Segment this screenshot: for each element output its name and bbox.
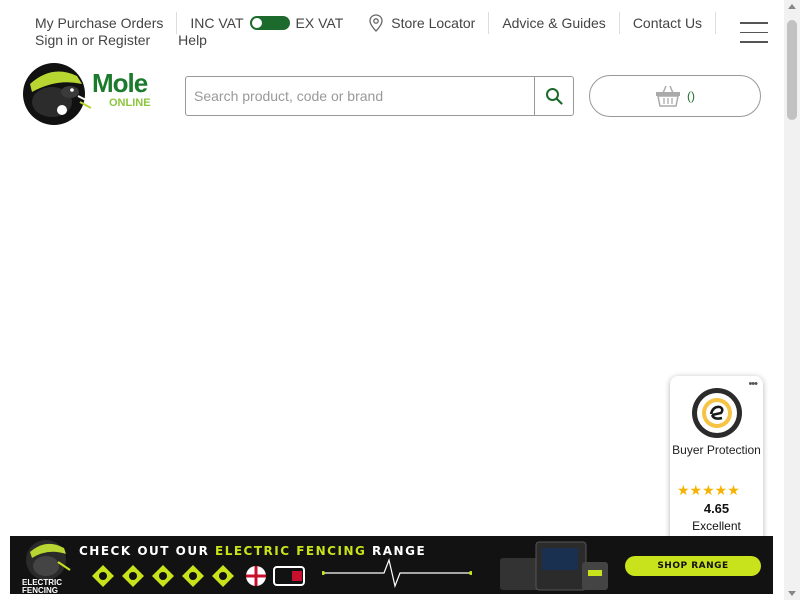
utility-nav-row: My Purchase Orders INC VAT EX VAT Store … xyxy=(35,12,742,34)
shop-range-button[interactable]: SHOP RANGE xyxy=(625,556,761,576)
logo-wordmark: Mole xyxy=(92,68,148,98)
scrollbar-thumb[interactable] xyxy=(787,20,797,120)
energiser-products-icon xyxy=(500,541,608,591)
rating-verdict: Excellent xyxy=(692,519,741,533)
trusted-shops-widget[interactable]: ••• Buyer Protection ★★★★★ 4.65 Excellen… xyxy=(670,376,763,546)
basket-icon xyxy=(656,85,680,107)
pulse-line-icon xyxy=(322,558,472,588)
nav-divider xyxy=(715,12,742,34)
scroll-up-icon[interactable] xyxy=(788,4,796,9)
basket-button[interactable]: () xyxy=(589,75,761,117)
electric-fencing-banner[interactable]: ELECTRIC FENCING CHECK OUT OUR ELECTRIC … xyxy=(10,536,773,594)
advice-guides-link[interactable]: Advice & Guides xyxy=(488,12,619,34)
warning-signs-icon xyxy=(92,565,305,587)
sign-in-link[interactable]: Sign in or Register xyxy=(35,32,178,48)
logo-subtitle: ONLINE xyxy=(109,97,151,109)
rating-value: 4.65 xyxy=(703,501,730,516)
basket-count: () xyxy=(687,89,695,103)
account-row: Sign in or Register Help xyxy=(35,32,235,48)
inc-vat-label: INC VAT xyxy=(190,15,244,31)
search-input[interactable] xyxy=(186,77,534,115)
search-bar xyxy=(185,76,574,116)
page-scrollbar[interactable] xyxy=(784,0,800,600)
contact-us-link[interactable]: Contact Us xyxy=(618,12,715,34)
banner-label: ELECTRIC FENCING xyxy=(22,578,62,595)
help-link[interactable]: Help xyxy=(178,32,235,48)
trusted-shops-seal-icon xyxy=(692,388,742,438)
vat-toggle-group: INC VAT EX VAT xyxy=(176,12,356,34)
banner-headline: CHECK OUT OUR ELECTRIC FENCING RANGE xyxy=(79,544,427,558)
map-pin-icon xyxy=(369,14,383,32)
rating-stars: ★★★★★ xyxy=(677,482,740,498)
toggle-knob xyxy=(251,18,262,28)
scroll-down-icon[interactable] xyxy=(788,591,796,596)
mole-online-logo[interactable]: Mole ONLINE xyxy=(22,62,157,126)
top-utility-bar: My Purchase Orders INC VAT EX VAT Store … xyxy=(0,0,784,56)
ex-vat-label: EX VAT xyxy=(295,15,344,31)
search-icon xyxy=(546,88,563,105)
menu-icon[interactable] xyxy=(740,22,768,44)
store-locator-link[interactable]: Store Locator xyxy=(356,12,488,34)
mole-mascot-icon xyxy=(23,63,92,125)
buyer-protection-label: Buyer Protection xyxy=(672,443,761,457)
purchase-orders-link[interactable]: My Purchase Orders xyxy=(35,12,176,34)
search-button[interactable] xyxy=(534,77,573,115)
widget-menu-icon[interactable]: ••• xyxy=(748,378,758,390)
vat-toggle[interactable] xyxy=(249,16,290,30)
